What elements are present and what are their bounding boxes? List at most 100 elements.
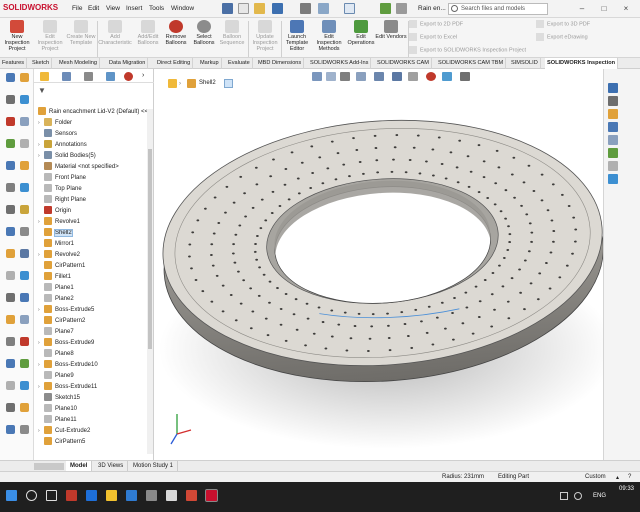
tree-item[interactable]: › Solid Bodies(5) [38, 151, 96, 162]
tree-item[interactable]: Plane2 [38, 294, 74, 305]
tool-icon[interactable] [6, 249, 15, 258]
tool-icon[interactable] [20, 315, 29, 324]
volume-icon[interactable] [574, 492, 582, 500]
menu-view[interactable]: View [106, 5, 120, 12]
search-input[interactable]: Search files and models [448, 3, 548, 15]
configuration-manager-icon[interactable] [84, 72, 93, 81]
tree-item[interactable]: Top Plane [38, 184, 82, 195]
shell-breadcrumb-icon[interactable] [187, 79, 196, 88]
hide-show-items-icon[interactable] [408, 72, 418, 81]
new-inspection-project-button[interactable]: New Inspection Project [0, 20, 34, 58]
section-view-icon[interactable] [356, 72, 366, 81]
tool-icon[interactable] [6, 95, 15, 104]
tool-icon[interactable] [6, 425, 15, 434]
menu-file[interactable]: File [72, 5, 82, 12]
tree-item[interactable]: Front Plane [38, 173, 86, 184]
view-settings-icon[interactable] [460, 72, 470, 81]
tool-icon[interactable] [6, 381, 15, 390]
print-icon[interactable] [300, 3, 311, 14]
tab-markup[interactable]: Markup [198, 58, 222, 69]
solidworks-taskbar-icon[interactable] [205, 489, 218, 502]
tree-root[interactable]: Rain encachment Lid-V2 (Default) << [38, 107, 148, 118]
windows-start-icon[interactable] [6, 490, 17, 501]
taskbar-app-icon[interactable] [66, 490, 77, 501]
store-icon[interactable] [146, 490, 157, 501]
export-excel-button[interactable]: Export to Excel [409, 33, 457, 41]
tree-item[interactable]: Origin [38, 206, 71, 217]
taskbar-search-icon[interactable] [26, 490, 37, 501]
display-style-icon[interactable] [392, 72, 402, 81]
tab-scroll-arrows[interactable] [34, 463, 64, 470]
export-3d-pdf-button[interactable]: Export to 3D PDF [536, 20, 590, 28]
edit-vendors-button[interactable]: Edit Vendors [374, 20, 408, 58]
tool-icon[interactable] [20, 403, 29, 412]
chrome-icon[interactable] [186, 490, 197, 501]
tool-icon[interactable] [20, 183, 29, 192]
tool-icon[interactable] [20, 337, 29, 346]
tree-item[interactable]: CirPattern2 [38, 316, 85, 327]
tool-icon[interactable] [6, 359, 15, 368]
tab-mbd-dimensions[interactable]: MBD Dimensions [256, 58, 305, 69]
zoom-area-icon[interactable] [326, 72, 336, 81]
update-inspection-project-button[interactable]: Update Inspection Project [248, 20, 282, 58]
export-2d-pdf-button[interactable]: Export to 2D PDF [409, 20, 463, 28]
tree-item[interactable]: Plane7 [38, 327, 74, 338]
tree-item[interactable]: › Folder [38, 118, 72, 129]
edge-icon[interactable] [86, 490, 97, 501]
scene-icon[interactable] [442, 72, 452, 81]
balloon-sequence-button[interactable]: Balloon Sequence [215, 20, 249, 58]
tree-item[interactable]: › Boss-Extrude10 [38, 360, 98, 371]
tab-solidworks-cam-tbm[interactable]: SOLIDWORKS CAM TBM [436, 58, 507, 69]
network-icon[interactable] [560, 492, 568, 500]
view-orientation-icon[interactable] [374, 72, 384, 81]
tree-item[interactable]: Plane9 [38, 371, 74, 382]
tool-icon[interactable] [6, 73, 15, 82]
tree-item[interactable]: Shell2 [38, 228, 73, 239]
part-breadcrumb-icon[interactable] [168, 79, 177, 88]
tree-item[interactable]: › Boss-Extrude5 [38, 305, 94, 316]
export-edrawing-button[interactable]: Export eDrawing [536, 33, 588, 41]
tree-item[interactable]: Mirror1 [38, 239, 74, 250]
tree-item[interactable]: Sensors [38, 129, 77, 140]
menu-tools[interactable]: Tools [149, 5, 164, 12]
tool-icon[interactable] [20, 425, 29, 434]
edit-appearance-icon[interactable] [426, 72, 436, 81]
tool-icon[interactable] [20, 117, 29, 126]
tab-features[interactable]: Features [0, 58, 28, 69]
new-document-icon[interactable] [238, 3, 249, 14]
undo-icon[interactable] [318, 3, 329, 14]
export-inspection-project-button[interactable]: Export to SOLIDWORKS Inspection Project [409, 46, 526, 54]
feature-tree-scrollbar[interactable] [147, 109, 153, 454]
taskbar-app-2-icon[interactable] [166, 490, 177, 501]
task-pane-tab-icon[interactable] [608, 135, 618, 145]
units-dropdown-icon[interactable]: ▴ [616, 474, 619, 481]
tree-item[interactable]: Fillet1 [38, 272, 71, 283]
rebuild-icon[interactable] [380, 3, 391, 14]
task-pane-tab-icon[interactable] [608, 83, 618, 93]
tool-icon[interactable] [20, 359, 29, 368]
tool-icon[interactable] [6, 403, 15, 412]
tree-item[interactable]: CirPattern5 [38, 437, 85, 448]
task-view-icon[interactable] [46, 490, 57, 501]
launch-template-editor-button[interactable]: Launch Template Editor [280, 20, 314, 58]
shell-face-icon[interactable] [224, 79, 233, 88]
save-icon[interactable] [272, 3, 283, 14]
tab-solidworks-cam[interactable]: SOLIDWORKS CAM [375, 58, 432, 69]
model-canvas[interactable] [155, 69, 615, 460]
mail-icon[interactable] [126, 490, 137, 501]
more-tabs-icon[interactable]: › [142, 72, 144, 79]
tool-icon[interactable] [20, 293, 29, 302]
breadcrumb-label[interactable]: Shell2 [199, 80, 216, 86]
tree-item[interactable]: › Cut-Extrude2 [38, 426, 90, 437]
tool-icon[interactable] [6, 293, 15, 302]
edit-inspection-project-button[interactable]: Edit Inspection Project [33, 20, 67, 58]
help-icon[interactable]: ? [628, 474, 631, 480]
tree-item[interactable]: Sketch15 [38, 393, 80, 404]
solidworks-logo[interactable]: SOLIDWORKS [3, 3, 58, 12]
tool-icon[interactable] [20, 271, 29, 280]
tool-icon[interactable] [6, 183, 15, 192]
tree-item[interactable]: Right Plane [38, 195, 86, 206]
tab-simsolid[interactable]: SIMSOLID [509, 58, 541, 69]
tab-evaluate[interactable]: Evaluate [226, 58, 253, 69]
open-folder-icon[interactable] [254, 3, 265, 14]
